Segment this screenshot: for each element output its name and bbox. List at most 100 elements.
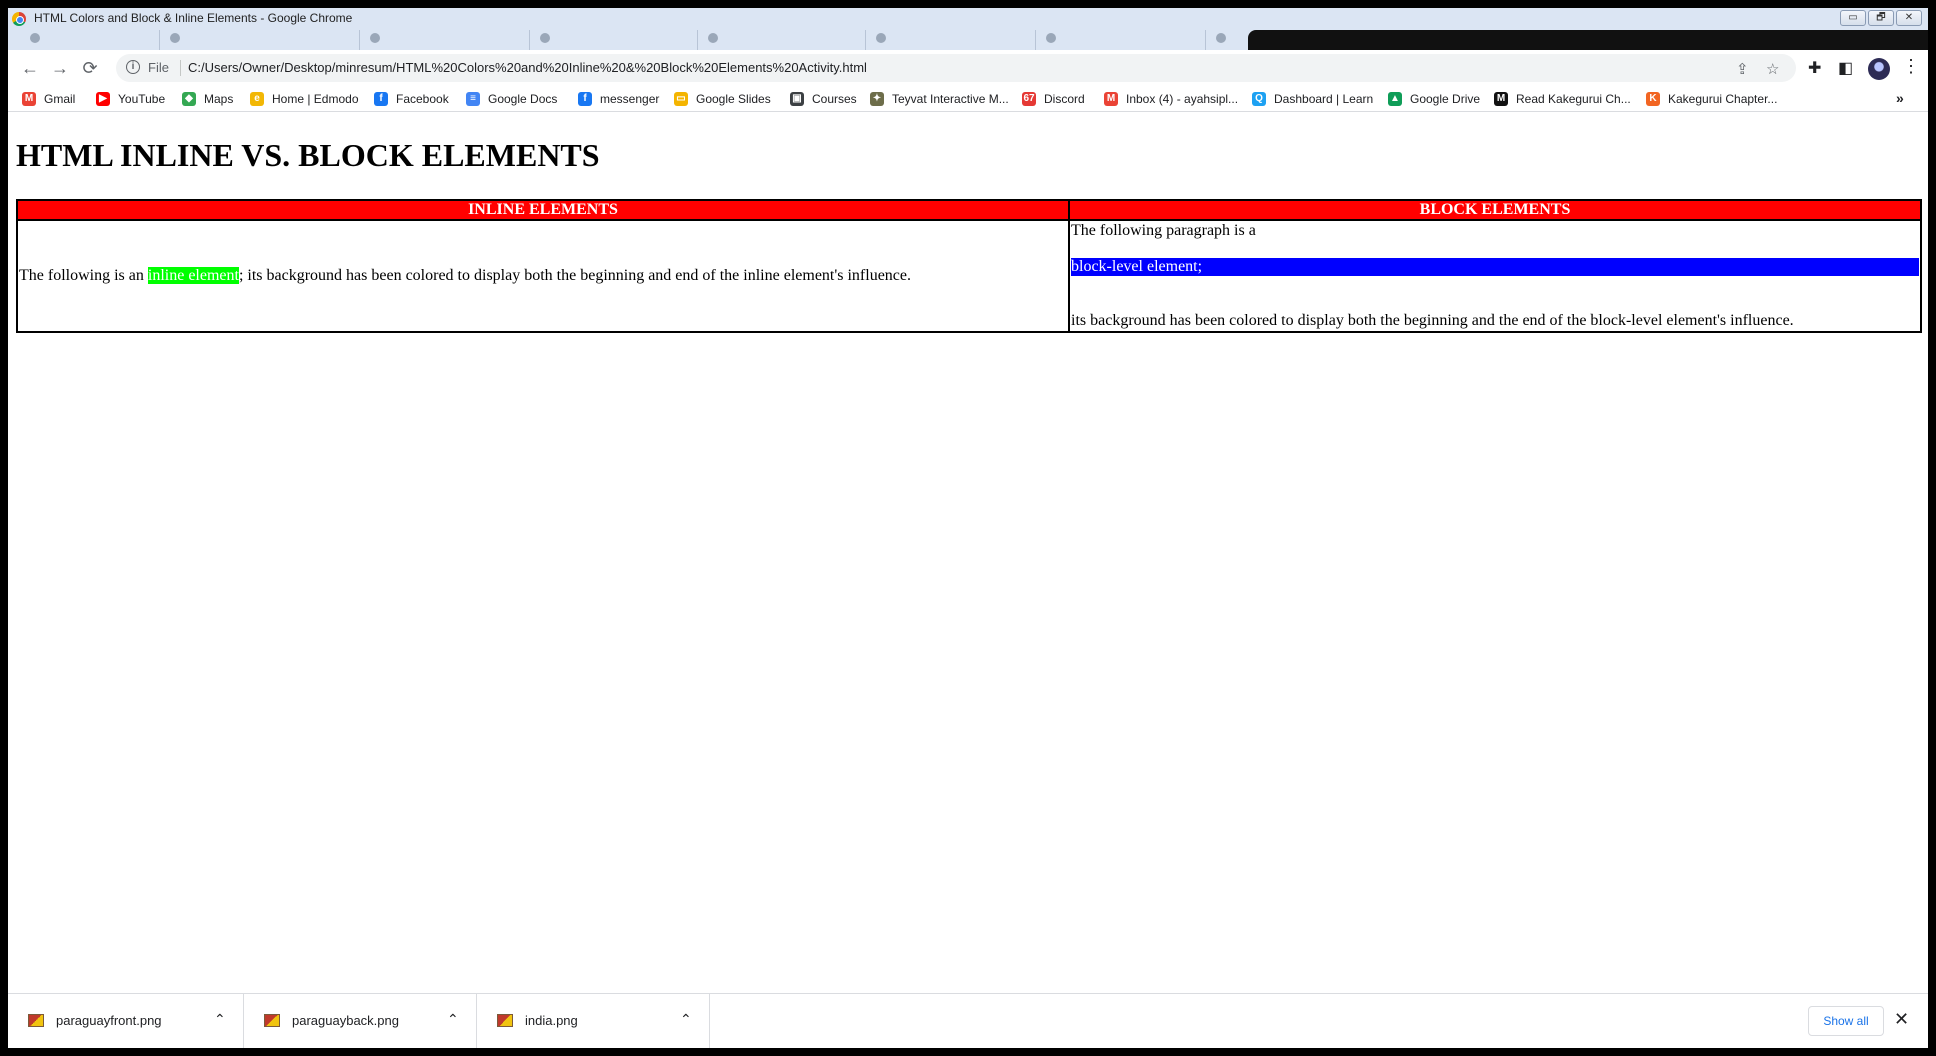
image-file-icon xyxy=(264,1014,280,1027)
bookmark-label: Discord xyxy=(1044,92,1085,106)
browser-tab[interactable] xyxy=(20,30,160,50)
teyvat-icon: ✦ xyxy=(870,92,884,106)
download-item[interactable]: india.png ⌃ xyxy=(477,994,710,1048)
manga-icon: K xyxy=(1646,92,1660,106)
learn-icon: Q xyxy=(1252,92,1266,106)
more-bookmarks-button[interactable]: » xyxy=(1896,90,1904,106)
obscured-region xyxy=(1248,30,1928,50)
close-button[interactable]: ✕ xyxy=(1896,10,1922,26)
image-file-icon xyxy=(497,1014,513,1027)
browser-tab[interactable] xyxy=(698,30,866,50)
download-item[interactable]: paraguayfront.png ⌃ xyxy=(8,994,244,1048)
download-filename: paraguayback.png xyxy=(292,1013,399,1028)
block-outro-text: its background has been colored to displ… xyxy=(1071,312,1794,329)
browser-tab[interactable] xyxy=(360,30,530,50)
youtube-icon: ▶ xyxy=(96,92,110,106)
tab-favicon-icon xyxy=(370,33,380,43)
info-icon[interactable]: i xyxy=(126,60,140,74)
bookmark-label: Google Docs xyxy=(488,92,558,106)
bookmark-label: Maps xyxy=(204,92,234,106)
bookmark-item[interactable]: ▭ Google Slides xyxy=(674,90,771,108)
browser-tab[interactable] xyxy=(160,30,360,50)
bookmark-item[interactable]: ≡ Google Docs xyxy=(466,90,557,108)
bookmark-star-icon[interactable]: ☆ xyxy=(1766,60,1779,78)
tab-favicon-icon xyxy=(1046,33,1056,43)
chevron-up-icon[interactable]: ⌃ xyxy=(447,1011,459,1028)
browser-tab[interactable] xyxy=(530,30,698,50)
bookmark-label: messenger xyxy=(600,92,660,106)
download-item[interactable]: paraguayback.png ⌃ xyxy=(244,994,477,1048)
bookmarks-bar: » M Gmail ▶ YouTube ◆ Maps e Home | Edmodo f Face… xyxy=(8,86,1928,112)
bookmark-item[interactable]: ▣ Courses xyxy=(790,90,857,108)
download-shelf: paraguayfront.png ⌃ paraguayback.png ⌃ i… xyxy=(8,993,1928,1048)
reload-button[interactable]: ⟳ xyxy=(78,56,102,80)
bookmark-item[interactable]: ▲ Google Drive xyxy=(1388,90,1480,108)
close-shelf-button[interactable]: ✕ xyxy=(1894,1009,1909,1030)
gmail-icon: M xyxy=(1104,92,1118,106)
browser-window: HTML Colors and Block & Inline Elements … xyxy=(8,8,1928,1048)
bookmark-item[interactable]: e Home | Edmodo xyxy=(250,90,359,108)
show-all-button[interactable]: Show all xyxy=(1808,1006,1884,1036)
table-header-row: INLINE ELEMENTS BLOCK ELEMENTS xyxy=(17,200,1921,220)
gmail-icon: M xyxy=(22,92,36,106)
omnibox-divider xyxy=(180,60,181,76)
slides-icon: ▭ xyxy=(674,92,688,106)
profile-avatar[interactable] xyxy=(1868,58,1890,80)
bookmark-item[interactable]: ✦ Teyvat Interactive M... xyxy=(870,90,1009,108)
inline-header: INLINE ELEMENTS xyxy=(17,200,1069,220)
bookmark-label: Google Slides xyxy=(696,92,771,106)
url-text[interactable]: C:/Users/Owner/Desktop/minresum/HTML%20C… xyxy=(188,60,867,75)
address-bar[interactable]: i File C:/Users/Owner/Desktop/minresum/H… xyxy=(116,54,1796,82)
tab-favicon-icon xyxy=(170,33,180,43)
table-row: The following is an inline element; its … xyxy=(17,220,1921,332)
bookmark-label: Read Kakegurui Ch... xyxy=(1516,92,1631,106)
bookmark-item[interactable]: M Read Kakegurui Ch... xyxy=(1494,90,1631,108)
bookmark-label: Kakegurui Chapter... xyxy=(1668,92,1778,106)
page-heading: HTML INLINE VS. BLOCK ELEMENTS xyxy=(16,137,600,173)
bookmark-label: Gmail xyxy=(44,92,76,106)
bookmark-item[interactable]: Q Dashboard | Learn xyxy=(1252,90,1373,108)
share-icon[interactable]: ⇪ xyxy=(1736,60,1749,78)
elements-table: INLINE ELEMENTS BLOCK ELEMENTS The follo… xyxy=(16,199,1922,333)
bookmark-item[interactable]: f messenger xyxy=(578,90,659,108)
block-cell: The following paragraph is a block-level… xyxy=(1069,220,1921,332)
restore-button[interactable]: 🗗 xyxy=(1868,10,1894,26)
tab-favicon-icon xyxy=(540,33,550,43)
bookmark-item[interactable]: f Facebook xyxy=(374,90,449,108)
bookmark-item[interactable]: ◆ Maps xyxy=(182,90,233,108)
chevron-up-icon[interactable]: ⌃ xyxy=(214,1011,226,1028)
bookmark-item[interactable]: K Kakegurui Chapter... xyxy=(1646,90,1777,108)
extensions-icon[interactable]: ✚ xyxy=(1808,58,1821,78)
side-panel-icon[interactable]: ◧ xyxy=(1838,58,1853,78)
bookmark-label: Dashboard | Learn xyxy=(1274,92,1374,106)
back-button[interactable]: ← xyxy=(18,56,42,80)
title-bar: HTML Colors and Block & Inline Elements … xyxy=(8,8,1928,30)
window-controls: ▭ 🗗 ✕ xyxy=(1840,10,1922,26)
browser-tab[interactable] xyxy=(866,30,1036,50)
menu-button[interactable]: ⋮ xyxy=(1902,56,1920,77)
chrome-icon xyxy=(12,12,26,26)
tab-favicon-icon xyxy=(30,33,40,43)
bookmark-label: Home | Edmodo xyxy=(272,92,359,106)
bookmark-item[interactable]: M Gmail xyxy=(22,90,75,108)
bookmark-label: Teyvat Interactive M... xyxy=(892,92,1009,106)
tab-strip xyxy=(8,30,1928,50)
courses-icon: ▣ xyxy=(790,92,804,106)
facebook-icon: f xyxy=(578,92,592,106)
bookmark-label: Facebook xyxy=(396,92,449,106)
bookmark-item[interactable]: ▶ YouTube xyxy=(96,90,165,108)
bookmark-item[interactable]: M Inbox (4) - ayahsipl... xyxy=(1104,90,1238,108)
bookmark-item[interactable]: 67 Discord xyxy=(1022,90,1085,108)
facebook-icon: f xyxy=(374,92,388,106)
block-element-highlight: block-level element; xyxy=(1071,258,1919,276)
image-file-icon xyxy=(28,1014,44,1027)
bookmark-label: Courses xyxy=(812,92,857,106)
tab-favicon-icon xyxy=(708,33,718,43)
download-filename: india.png xyxy=(525,1013,578,1028)
minimize-button[interactable]: ▭ xyxy=(1840,10,1866,26)
tab-favicon-icon xyxy=(876,33,886,43)
browser-tab[interactable] xyxy=(1036,30,1206,50)
chevron-up-icon[interactable]: ⌃ xyxy=(680,1011,692,1028)
forward-button[interactable]: → xyxy=(48,56,72,80)
tab-favicon-icon xyxy=(1216,33,1226,43)
